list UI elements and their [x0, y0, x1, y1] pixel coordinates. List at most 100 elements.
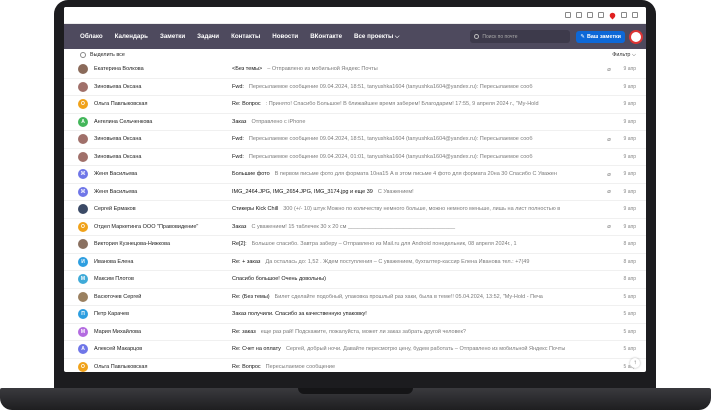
attachment-icon: ⌀ — [607, 224, 611, 231]
email-subject: Re: Вопрос — [232, 101, 261, 108]
sender-avatar — [78, 134, 88, 145]
sender-avatar: О — [78, 99, 88, 110]
sender-name: Ольга Павлыковская — [94, 101, 148, 108]
sender-name: Иванова Елена — [94, 258, 134, 265]
sender-name: Зиновьева Оксана — [94, 153, 142, 160]
email-row[interactable]: Сергей Ермаков Стикеры Kick Chill 300 (+/-… — [64, 201, 646, 219]
select-all-label[interactable]: Выделить все — [90, 52, 125, 58]
sender-avatar: А — [78, 116, 88, 127]
sender-name: Екатерина Волкова — [94, 66, 144, 73]
email-row[interactable]: П Петр Карачев Заказ получили. Спасибо за … — [64, 306, 646, 324]
sender-avatar — [78, 64, 88, 75]
email-subject: Стикеры Kick Chill — [232, 206, 279, 213]
email-snippet: еще раз рай! Подскажите, пожалуйста, мож… — [260, 328, 466, 335]
email-snippet: Пересылаемое сообщение — [265, 363, 336, 370]
email-row[interactable]: А Ангелина Сельченкова Заказ Отправлено с i… — [64, 114, 646, 131]
filter-dropdown[interactable]: Фильтр — [612, 52, 636, 59]
search-icon — [474, 34, 480, 39]
screenshot-icon[interactable] — [587, 12, 593, 18]
email-subject: Re: Счет на оплату — [232, 346, 281, 353]
tab-icon[interactable] — [598, 12, 604, 18]
download-icon[interactable] — [632, 12, 638, 18]
list-controls: Выделить все Фильтр — [64, 49, 646, 61]
user-avatar[interactable] — [629, 29, 643, 44]
email-snippet: Пересылаемое сообщение 09.04.2024, 18:51… — [248, 136, 533, 143]
nav-tasks[interactable]: Задачи — [197, 33, 219, 40]
sender-avatar — [78, 291, 88, 302]
nav-cloud[interactable]: Облако — [80, 33, 103, 40]
email-snippet: Пересылаемое сообщение 09.04.2024, 01:01… — [248, 153, 533, 160]
email-snippet: Большое спасибо. Завтра заберу – Отправл… — [251, 241, 517, 248]
history-icon[interactable] — [621, 12, 627, 18]
sender-name: Отдел Маркетинга ООО "Правовидение" — [94, 223, 199, 230]
nav-all-projects[interactable]: Все проекты — [354, 33, 399, 41]
email-subject: <Без темы> — [232, 66, 263, 73]
sender-avatar: Ж — [78, 169, 88, 180]
email-row[interactable]: О Отдел Маркетинга ООО "Правовидение" Зака… — [64, 219, 646, 236]
notes-button[interactable]: ✎ Ваш заметки — [576, 30, 625, 43]
email-subject: Заказ получили. Спасибо за качественную … — [232, 311, 367, 318]
email-row[interactable]: Васюточев Сергей Re: (Без темы) Билет сдел… — [64, 289, 646, 306]
nav-calendar[interactable]: Календарь — [115, 33, 148, 40]
laptop-chin — [64, 372, 646, 388]
email-subject: Re[2]: — [232, 241, 247, 248]
email-date: 9 апр — [623, 188, 636, 195]
email-date: 5 апр — [623, 346, 636, 353]
email-subject: Re: заказ — [232, 328, 256, 335]
email-snippet: В первом письме фото для формата 10на15 … — [274, 171, 557, 178]
attachment-icon: ⌀ — [607, 136, 611, 143]
sender-name: Петр Карачев — [94, 311, 130, 318]
sender-avatar — [78, 204, 88, 215]
search-box[interactable] — [470, 30, 571, 43]
email-row[interactable]: Зиновьева Оксана Fwd: Пересылаемое сообщен… — [64, 79, 646, 96]
email-date: 9 апр — [623, 66, 636, 73]
email-row[interactable]: Ж Женя Васильева Большие фото В первом пись… — [64, 166, 646, 184]
email-row[interactable]: М Максим Плотов Спасибо большое! Очень дов… — [64, 271, 646, 289]
email-subject: Re: + заказ — [232, 258, 261, 265]
sender-avatar: А — [78, 344, 88, 355]
search-input[interactable] — [482, 33, 563, 40]
email-row[interactable]: А Алексей Макарцов Re: Счет на оплату Серге… — [64, 341, 646, 359]
email-subject: Fwd: — [232, 83, 244, 90]
email-subject: Fwd: — [232, 153, 244, 160]
sender-name: Максим Плотов — [94, 276, 134, 283]
select-all-checkbox[interactable] — [80, 52, 86, 58]
email-row[interactable]: И Иванова Елена Re: + заказ Да осталась до:… — [64, 254, 646, 271]
attachment-icon: ⌀ — [607, 66, 611, 73]
sender-avatar — [78, 81, 88, 92]
nav-vk[interactable]: ВКонтакте — [310, 33, 342, 40]
nav-notes[interactable]: Заметки — [160, 33, 185, 40]
camera-icon[interactable] — [576, 12, 582, 18]
email-date: 9 апр — [623, 83, 636, 90]
nav-news[interactable]: Новости — [272, 33, 298, 40]
email-row[interactable]: О Ольга Павлыковская Re: Вопрос Пересылаемо… — [64, 359, 646, 373]
email-date: 9 апр — [623, 171, 636, 178]
email-row[interactable]: М Мария Михайлова Re: заказ еще раз рай! По… — [64, 324, 646, 341]
sender-name: Женя Васильева — [94, 171, 138, 178]
sender-name: Зиновьева Оксана — [94, 83, 142, 90]
sender-name: Сергей Ермаков — [94, 206, 136, 213]
attachment-icon: ⌀ — [607, 189, 611, 196]
sender-avatar: М — [78, 326, 88, 337]
extension-icon[interactable] — [565, 12, 571, 18]
sender-avatar — [78, 239, 88, 250]
sender-avatar: И — [78, 256, 88, 267]
heart-icon[interactable] — [608, 11, 617, 19]
email-row[interactable]: Зиновьева Оксана Fwd: Пересылаемое сообщен… — [64, 149, 646, 166]
email-row[interactable]: Зиновьева Оксана Fwd: Пересылаемое сообщен… — [64, 131, 646, 149]
email-snippet: Пересылаемое сообщение 09.04.2024, 18:51… — [248, 83, 533, 90]
nav-contacts[interactable]: Контакты — [231, 33, 260, 40]
email-row[interactable]: Екатерина Волкова <Без темы> – Отправлено … — [64, 61, 646, 79]
scroll-up-icon[interactable]: ↑ — [630, 358, 640, 368]
sender-avatar: М — [78, 274, 88, 285]
email-row[interactable]: Ж Женя Васильева IMG_2464.JPG, IMG_2654.JP… — [64, 184, 646, 201]
sender-avatar: Ж — [78, 186, 88, 197]
laptop-screen: Облако Календарь Заметки Задачи Контакты… — [64, 7, 646, 372]
email-date: 8 апр — [623, 258, 636, 265]
email-row[interactable]: Виктория Кузнецова-Нижкова Re[2]: Большое … — [64, 236, 646, 254]
mail-header: Облако Календарь Заметки Задачи Контакты… — [64, 24, 646, 49]
email-date: 9 апр — [623, 118, 636, 125]
email-subject: Re: Вопрос — [232, 363, 261, 370]
sender-avatar: О — [78, 221, 88, 232]
email-row[interactable]: О Ольга Павлыковская Re: Вопрос: Принято! … — [64, 96, 646, 114]
